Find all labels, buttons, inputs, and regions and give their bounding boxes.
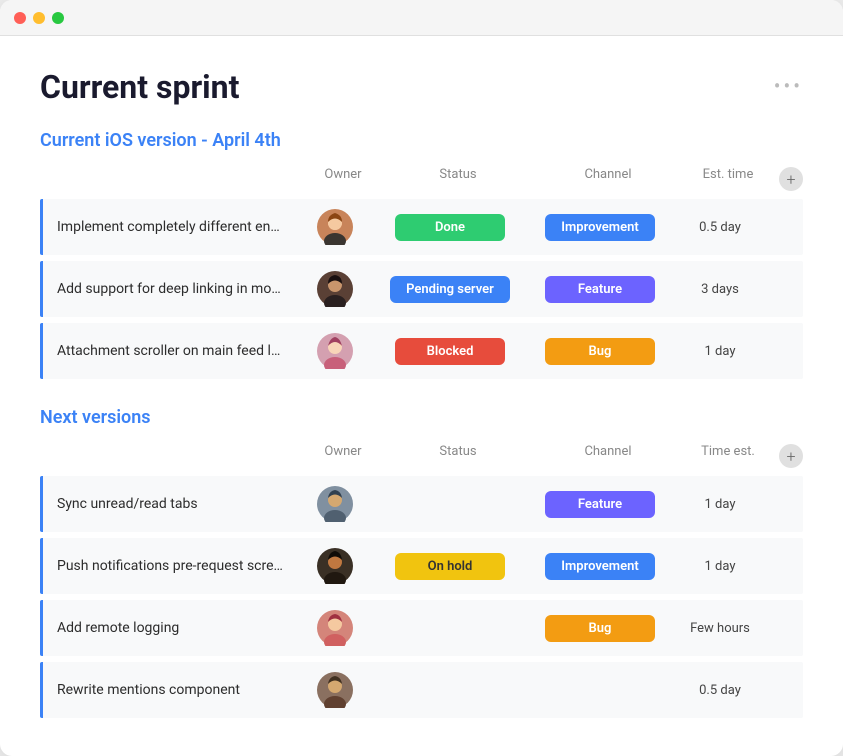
col-time-header2: Time est. [683,444,773,468]
col-task-header [40,167,303,191]
section2-add-button[interactable]: + [779,444,803,468]
minimize-dot[interactable] [33,12,45,24]
col-owner-header1: Owner [303,167,383,191]
task-channel: Feature [525,276,675,303]
task-time: 0.5 day [675,683,765,698]
maximize-dot[interactable] [52,12,64,24]
page-title: Current sprint [40,68,803,106]
task-name: Rewrite mentions component [57,682,295,698]
col-time-header1: Est. time [683,167,773,191]
avatar [295,209,375,245]
col-owner-header2: Owner [303,444,383,468]
table-row[interactable]: Sync unread/read tabs Feature 1 day [40,476,803,532]
avatar [295,672,375,708]
avatar [295,333,375,369]
table-row[interactable]: Add remote logging Bug Few hours [40,600,803,656]
section1-col-headers: Owner Status Channel Est. time + [40,163,803,195]
more-options-button[interactable]: ••• [774,74,803,98]
task-status: Blocked [375,338,525,365]
section1-add-button[interactable]: + [779,167,803,191]
section1-title: Current iOS version - April 4th [40,130,281,151]
section2-title: Next versions [40,407,151,428]
task-name: Add support for deep linking in mobile a… [57,281,295,297]
task-channel: Bug [525,615,675,642]
section1-tasks: Implement completely different environm.… [40,199,803,379]
col-task-header2 [40,444,303,468]
col-channel-header2: Channel [533,444,683,468]
app-window: Current sprint ••• Current iOS version -… [0,0,843,756]
task-status: Pending server [375,276,525,303]
avatar [295,548,375,584]
avatar [295,486,375,522]
table-row[interactable]: Attachment scroller on main feed look...… [40,323,803,379]
task-channel: Improvement [525,553,675,580]
task-name: Add remote logging [57,620,295,636]
task-name: Sync unread/read tabs [57,496,295,512]
close-dot[interactable] [14,12,26,24]
task-channel: Bug [525,338,675,365]
table-row[interactable]: Rewrite mentions component 0.5 day [40,662,803,718]
task-time: 0.5 day [675,220,765,235]
col-status-header2: Status [383,444,533,468]
task-time: Few hours [675,621,765,636]
titlebar [0,0,843,36]
table-row[interactable]: Push notifications pre-request screen On… [40,538,803,594]
section2-col-headers: Owner Status Channel Time est. + [40,440,803,472]
col-status-header1: Status [383,167,533,191]
section1-header: Current iOS version - April 4th Owner St… [40,130,803,195]
task-channel: Improvement [525,214,675,241]
avatar [295,610,375,646]
avatar [295,271,375,307]
table-row[interactable]: Implement completely different environm.… [40,199,803,255]
task-time: 1 day [675,497,765,512]
task-time: 1 day [675,344,765,359]
task-name: Implement completely different environm.… [57,219,295,235]
col-channel-header1: Channel [533,167,683,191]
section2-container: Next versions Owner Status Channel Time … [40,407,803,472]
task-name: Push notifications pre-request screen [57,558,295,574]
task-status: Done [375,214,525,241]
task-channel: Feature [525,491,675,518]
task-name: Attachment scroller on main feed look... [57,343,295,359]
window-controls [14,12,64,24]
section2-tasks: Sync unread/read tabs Feature 1 day Push… [40,476,803,718]
table-row[interactable]: Add support for deep linking in mobile a… [40,261,803,317]
task-time: 1 day [675,559,765,574]
task-status: On hold [375,553,525,580]
task-time: 3 days [675,282,765,297]
